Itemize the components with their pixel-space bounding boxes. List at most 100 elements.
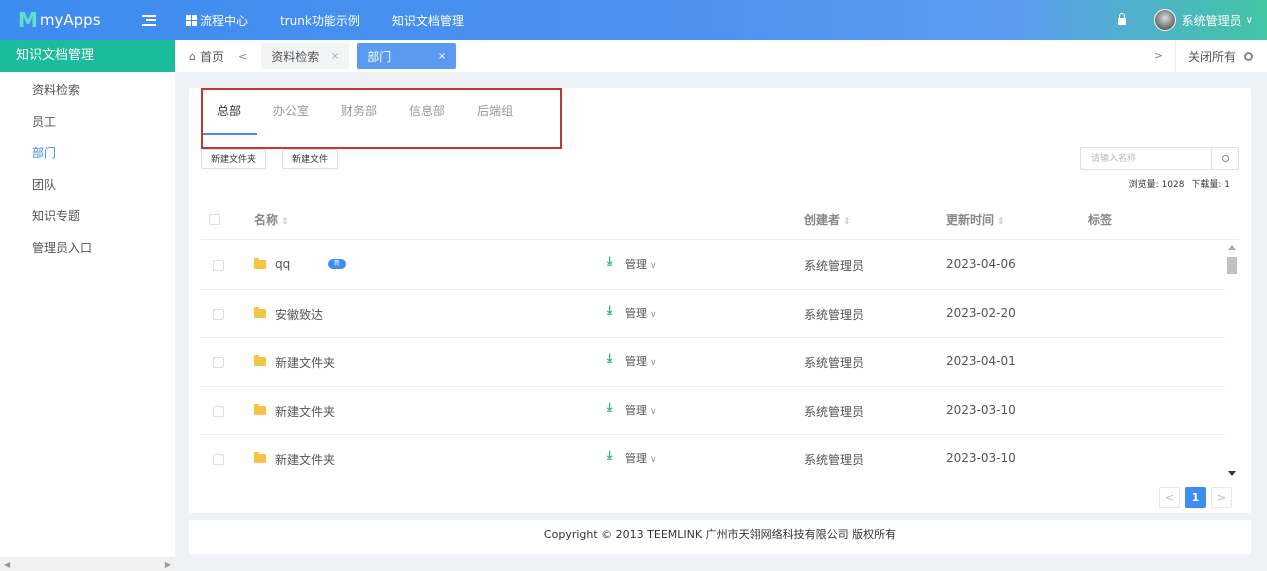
row-name[interactable]: qq — [275, 257, 290, 271]
download-icon[interactable]: ⤓ — [607, 400, 612, 415]
tab-home[interactable]: ⌂ 首页 — [175, 48, 224, 65]
column-name[interactable]: 名称 ⇕ — [254, 211, 289, 228]
column-creator[interactable]: 创建者 ⇕ — [804, 211, 851, 228]
scroll-right-icon[interactable]: ▶ — [165, 560, 171, 569]
settings-icon[interactable] — [1244, 51, 1253, 61]
manage-dropdown[interactable]: 管理 ∨ — [625, 353, 657, 369]
scroll-up-icon[interactable] — [1228, 245, 1236, 250]
user-name[interactable]: 系统管理员 — [1182, 12, 1242, 29]
nav-item-workflow[interactable]: 流程中心 — [186, 12, 248, 29]
row-time: 2023-03-10 — [946, 402, 1016, 417]
app-logo[interactable]: M myApps — [0, 0, 170, 40]
chevron-down-icon: ∨ — [650, 309, 657, 320]
chevron-down-icon[interactable]: ∨ — [1246, 15, 1253, 26]
row-checkbox[interactable] — [213, 308, 224, 320]
manage-dropdown[interactable]: 管理 ∨ — [625, 450, 657, 466]
table-row[interactable]: qq 新 ⤓ 管理 ∨ 系统管理员 2023-04-06 — [201, 241, 1225, 290]
row-creator: 系统管理员 — [804, 259, 865, 273]
row-name[interactable]: 新建文件夹 — [275, 354, 335, 371]
nav-item-label: trunk功能示例 — [280, 13, 360, 28]
row-time: 2023-03-10 — [946, 451, 1016, 465]
avatar[interactable] — [1153, 9, 1176, 31]
table-row[interactable]: 新建文件夹 ⤓ 管理 ∨ 系统管理员 2023-04-01 — [201, 338, 1225, 387]
scroll-down-icon[interactable] — [1228, 471, 1236, 476]
manage-label: 管理 — [625, 258, 647, 271]
manage-label: 管理 — [625, 355, 647, 368]
scroll-left-icon[interactable]: ◀ — [4, 560, 10, 569]
nav-item-knowledge[interactable]: 知识文档管理 — [392, 12, 464, 29]
tab-department[interactable]: 部门 × — [357, 43, 457, 69]
page-tabs-bar: ⌂ 首页 < 资料检索 × 部门 × > 关闭所有 — [175, 40, 1267, 72]
sidebar-item-department[interactable]: 部门 — [0, 138, 175, 170]
sidebar-scrollbar[interactable]: ◀ ▶ — [0, 557, 175, 571]
scroll-thumb[interactable] — [1227, 257, 1237, 274]
manage-label: 管理 — [625, 403, 647, 417]
row-creator: 系统管理员 — [804, 404, 865, 419]
row-checkbox[interactable] — [213, 260, 224, 271]
sort-icon[interactable]: ⇕ — [843, 217, 851, 227]
logo-mark: M — [18, 8, 38, 32]
sort-icon[interactable]: ⇕ — [997, 217, 1005, 227]
column-tag: 标签 — [1088, 213, 1113, 227]
grid-icon — [186, 14, 197, 26]
lock-icon[interactable] — [1117, 13, 1126, 25]
sort-icon[interactable]: ⇕ — [281, 217, 289, 227]
chevron-down-icon: ∨ — [650, 455, 657, 465]
next-page-button[interactable]: > — [1211, 487, 1232, 508]
folder-icon — [254, 403, 266, 415]
search-input[interactable] — [1081, 148, 1211, 169]
download-icon[interactable]: ⤓ — [607, 254, 612, 269]
sidebar-item-topics[interactable]: 知识专题 — [0, 201, 175, 233]
nav-item-trunk[interactable]: trunk功能示例 — [280, 12, 360, 29]
manage-label: 管理 — [625, 452, 647, 465]
table-row[interactable]: 新建文件夹 ⤓ 管理 ∨ 系统管理员 2023-03-10 — [201, 387, 1225, 435]
tabs-prev-button[interactable]: < — [238, 50, 247, 63]
manage-dropdown[interactable]: 管理 ∨ — [625, 305, 657, 321]
department-card: 总部 办公室 财务部 信息部 后端组 新建文件夹 新建文件 浏览量: 1028 … — [189, 88, 1251, 513]
sidebar-item-admin[interactable]: 管理员入口 — [0, 233, 175, 265]
highlight-box — [201, 88, 562, 149]
chevron-down-icon: ∨ — [650, 406, 657, 417]
manage-dropdown[interactable]: 管理 ∨ — [625, 402, 657, 418]
table-row[interactable]: 安徽致达 ⤓ 管理 ∨ 系统管理员 2023-02-20 — [201, 290, 1225, 338]
row-time: 2023-04-06 — [946, 257, 1016, 271]
download-icon[interactable]: ⤓ — [607, 303, 612, 318]
row-checkbox[interactable] — [213, 454, 224, 465]
sidebar-item-team[interactable]: 团队 — [0, 170, 175, 202]
select-all-checkbox[interactable] — [209, 214, 220, 225]
download-icon[interactable]: ⤓ — [607, 448, 612, 463]
tab-label: 部门 — [367, 49, 392, 64]
tab-search[interactable]: 资料检索 × — [261, 43, 350, 69]
row-name[interactable]: 新建文件夹 — [275, 451, 335, 468]
pagination: < 1 > — [1154, 487, 1232, 508]
new-file-button[interactable]: 新建文件 — [282, 149, 339, 169]
row-checkbox[interactable] — [213, 357, 224, 368]
sidebar-item-search[interactable]: 资料检索 — [0, 75, 175, 107]
nav-item-label: 知识文档管理 — [391, 13, 464, 28]
search-box — [1080, 147, 1239, 170]
prev-page-button[interactable]: < — [1159, 487, 1180, 508]
row-creator: 系统管理员 — [804, 307, 865, 322]
column-time[interactable]: 更新时间 ⇕ — [946, 211, 1005, 228]
row-checkbox[interactable] — [213, 405, 224, 417]
row-time: 2023-02-20 — [946, 305, 1016, 320]
row-name[interactable]: 安徽致达 — [275, 306, 323, 323]
download-icon[interactable]: ⤓ — [607, 351, 612, 366]
new-folder-button[interactable]: 新建文件夹 — [201, 149, 267, 169]
manage-dropdown[interactable]: 管理 ∨ — [625, 256, 657, 272]
tab-actions: > 关闭所有 — [1142, 40, 1267, 72]
close-icon[interactable]: × — [438, 51, 446, 62]
table-row[interactable]: 新建文件夹 ⤓ 管理 ∨ 系统管理员 2023-03-10 — [201, 435, 1225, 480]
row-name[interactable]: 新建文件夹 — [275, 403, 335, 420]
search-button[interactable] — [1211, 148, 1238, 169]
tabs-next-button[interactable]: > — [1142, 40, 1176, 72]
column-label: 名称 — [254, 213, 279, 227]
footer-copyright: Copyright © 2013 TEEMLINK 广州市天翎网络科技有限公司 … — [189, 520, 1251, 554]
menu-toggle-icon[interactable] — [142, 14, 156, 26]
new-badge: 新 — [328, 259, 346, 269]
page-1-button[interactable]: 1 — [1185, 487, 1206, 508]
close-icon[interactable]: × — [331, 51, 339, 62]
table-scrollbar[interactable] — [1225, 241, 1239, 480]
sidebar-item-staff[interactable]: 员工 — [0, 107, 175, 139]
close-all-button[interactable]: 关闭所有 — [1176, 48, 1244, 65]
